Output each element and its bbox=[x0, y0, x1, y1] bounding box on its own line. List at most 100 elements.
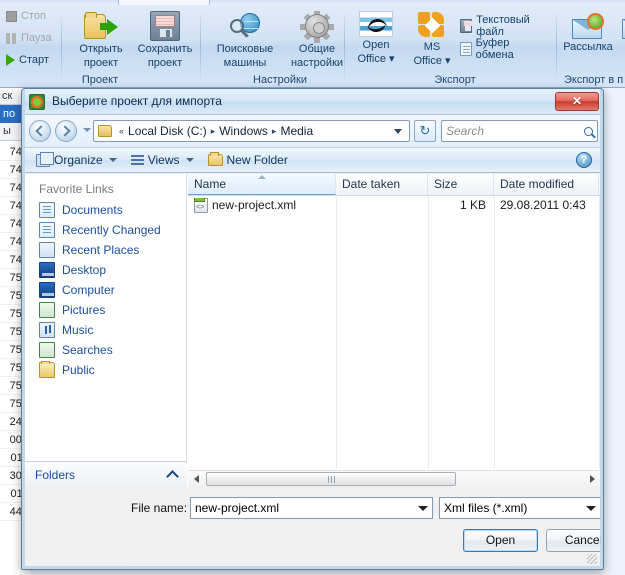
file-list-gridlines bbox=[188, 196, 600, 469]
ribbon-group-project: Стоп Пауза Старт Открыть проект Сохранит… bbox=[0, 5, 192, 87]
sidebar-item-label: Computer bbox=[62, 283, 115, 297]
breadcrumb-item-media[interactable]: Media bbox=[280, 124, 313, 138]
close-icon[interactable]: ✕ bbox=[555, 92, 599, 111]
start-button[interactable]: Старт bbox=[6, 54, 49, 66]
sidebar-item-computer[interactable]: Computer bbox=[25, 280, 186, 300]
open-office-button[interactable]: Open Office ▾ bbox=[348, 11, 404, 65]
chevron-down-icon bbox=[108, 158, 117, 162]
file-type-select[interactable]: Xml files (*.xml) bbox=[439, 497, 601, 519]
forward-button[interactable] bbox=[55, 120, 77, 142]
sidebar-item-searches[interactable]: Searches bbox=[25, 340, 186, 360]
search-icon bbox=[584, 126, 593, 136]
sidebar-item-public[interactable]: Public bbox=[25, 360, 186, 380]
stop-button: Стоп bbox=[6, 10, 46, 22]
globe-search-icon bbox=[230, 13, 260, 41]
folder-open-icon bbox=[84, 11, 118, 41]
search-engines-button[interactable]: Поисковые машины bbox=[210, 13, 280, 69]
start-label: Старт bbox=[19, 54, 49, 66]
msoffice-icon bbox=[417, 11, 447, 39]
file-name-cell: new-project.xml bbox=[188, 197, 336, 213]
refresh-icon[interactable]: ↻ bbox=[414, 120, 436, 142]
ribbon-group-export-mail: Рассылка Про Экспорт в п bbox=[560, 5, 625, 87]
horizontal-scrollbar[interactable] bbox=[188, 470, 600, 487]
column-header-name[interactable]: Name bbox=[188, 174, 336, 195]
sidebar-item-label: Pictures bbox=[62, 303, 106, 317]
breadcrumb-overflow[interactable]: « bbox=[115, 126, 128, 136]
dialog-titlebar[interactable]: Выберите проект для импорта ✕ bbox=[22, 89, 603, 115]
file-list-rows: new-project.xml 1 KB 29.08.2011 0:43 bbox=[188, 196, 600, 214]
export-other-button[interactable]: Про bbox=[618, 13, 625, 53]
breadcrumb-item-windows[interactable]: Windows bbox=[219, 124, 268, 138]
resize-grip[interactable] bbox=[587, 554, 597, 564]
file-list-row[interactable]: new-project.xml 1 KB 29.08.2011 0:43 bbox=[188, 196, 600, 214]
file-name-input[interactable]: new-project.xml bbox=[190, 497, 433, 519]
ribbon-group-label-export-mail: Экспорт в п bbox=[564, 74, 624, 86]
cancel-button[interactable]: Cancel bbox=[546, 529, 603, 552]
address-bar[interactable]: « Local Disk (C:) ▸ Windows ▸ Media bbox=[93, 120, 410, 142]
new-folder-button[interactable]: New Folder bbox=[203, 151, 293, 169]
music-icon bbox=[39, 322, 55, 338]
sidebar-item-label: Public bbox=[62, 363, 95, 377]
chevron-right-icon bbox=[59, 125, 71, 137]
recent-places-icon bbox=[39, 242, 55, 258]
general-settings-label-1: Общие bbox=[298, 43, 336, 55]
organize-label: Organize bbox=[54, 153, 103, 167]
organize-icon bbox=[36, 151, 54, 167]
back-button[interactable] bbox=[29, 120, 51, 142]
dialog-body: Favorite Links Documents Recently Changed… bbox=[25, 174, 600, 487]
documents-icon bbox=[39, 202, 55, 218]
searches-icon bbox=[39, 342, 55, 358]
scroll-left-button[interactable] bbox=[188, 472, 204, 487]
ribbon-toolbar: Стоп Пауза Старт Открыть проект Сохранит… bbox=[0, 0, 625, 88]
mailing-label: Рассылка bbox=[563, 41, 613, 53]
clipboard-button[interactable]: Буфер обмена bbox=[460, 37, 548, 61]
column-header-date-taken[interactable]: Date taken bbox=[336, 174, 428, 195]
mailing-button[interactable]: Рассылка bbox=[560, 13, 616, 53]
recently-changed-icon bbox=[39, 222, 55, 238]
file-name-value: new-project.xml bbox=[195, 501, 280, 515]
open-button[interactable]: Open bbox=[463, 529, 538, 552]
save-project-label-2: проект bbox=[147, 57, 183, 69]
computer-icon bbox=[39, 282, 55, 298]
folders-panel-toggle[interactable]: Folders bbox=[25, 461, 187, 487]
ribbon-group-label-settings: Настройки bbox=[253, 74, 307, 86]
help-icon[interactable]: ? bbox=[576, 152, 592, 168]
save-project-button[interactable]: Сохранить проект bbox=[134, 11, 196, 69]
column-header-size[interactable]: Size bbox=[428, 174, 494, 195]
file-type-value: Xml files (*.xml) bbox=[444, 501, 528, 515]
sidebar-item-pictures[interactable]: Pictures bbox=[25, 300, 186, 320]
sidebar-item-recently-changed[interactable]: Recently Changed bbox=[25, 220, 186, 240]
mail-atom-icon bbox=[572, 13, 604, 39]
clipboard-label: Буфер обмена bbox=[475, 37, 514, 61]
dialog-toolbar: Organize Views New Folder ? bbox=[25, 147, 600, 173]
text-file-button[interactable]: Текстовый файл bbox=[460, 14, 548, 38]
breadcrumb-separator-2: ▸ bbox=[271, 125, 277, 136]
chevron-down-icon[interactable] bbox=[418, 505, 428, 511]
breadcrumb-item-drive[interactable]: Local Disk (C:) bbox=[128, 124, 207, 138]
pause-button: Пауза bbox=[6, 32, 52, 44]
column-header-date-modified[interactable]: Date modified bbox=[494, 174, 599, 195]
sidebar-item-recent-places[interactable]: Recent Places bbox=[25, 240, 186, 260]
open-project-button[interactable]: Открыть проект bbox=[70, 11, 132, 69]
sidebar-item-music[interactable]: Music bbox=[25, 320, 186, 340]
sidebar-item-label: Desktop bbox=[62, 263, 107, 277]
column-header-label: Size bbox=[434, 177, 458, 191]
chevron-down-icon[interactable] bbox=[394, 128, 402, 134]
sidebar-item-desktop[interactable]: Desktop bbox=[25, 260, 186, 280]
column-header-label: Date modified bbox=[500, 177, 575, 191]
scrollbar-thumb[interactable] bbox=[206, 472, 456, 486]
sidebar-item-label: Recently Changed bbox=[62, 223, 161, 237]
scroll-right-button[interactable] bbox=[584, 472, 600, 487]
recent-locations-button[interactable] bbox=[83, 128, 91, 132]
search-engines-label-1: Поисковые bbox=[216, 43, 274, 55]
general-settings-button[interactable]: Общие настройки bbox=[282, 11, 352, 69]
sidebar-item-documents[interactable]: Documents bbox=[25, 200, 186, 220]
favorite-links-list: Documents Recently Changed Recent Places De… bbox=[25, 200, 186, 380]
dialog-footer: File name: new-project.xml Xml files (*.… bbox=[25, 487, 603, 567]
organize-button[interactable]: Organize bbox=[31, 151, 122, 169]
new-folder-icon bbox=[207, 152, 223, 166]
search-input[interactable]: Search bbox=[441, 120, 598, 142]
ribbon-group-label-project: Проект bbox=[81, 74, 119, 86]
ms-office-button[interactable]: MS Office ▾ bbox=[406, 11, 458, 67]
views-button[interactable]: Views bbox=[126, 151, 199, 169]
